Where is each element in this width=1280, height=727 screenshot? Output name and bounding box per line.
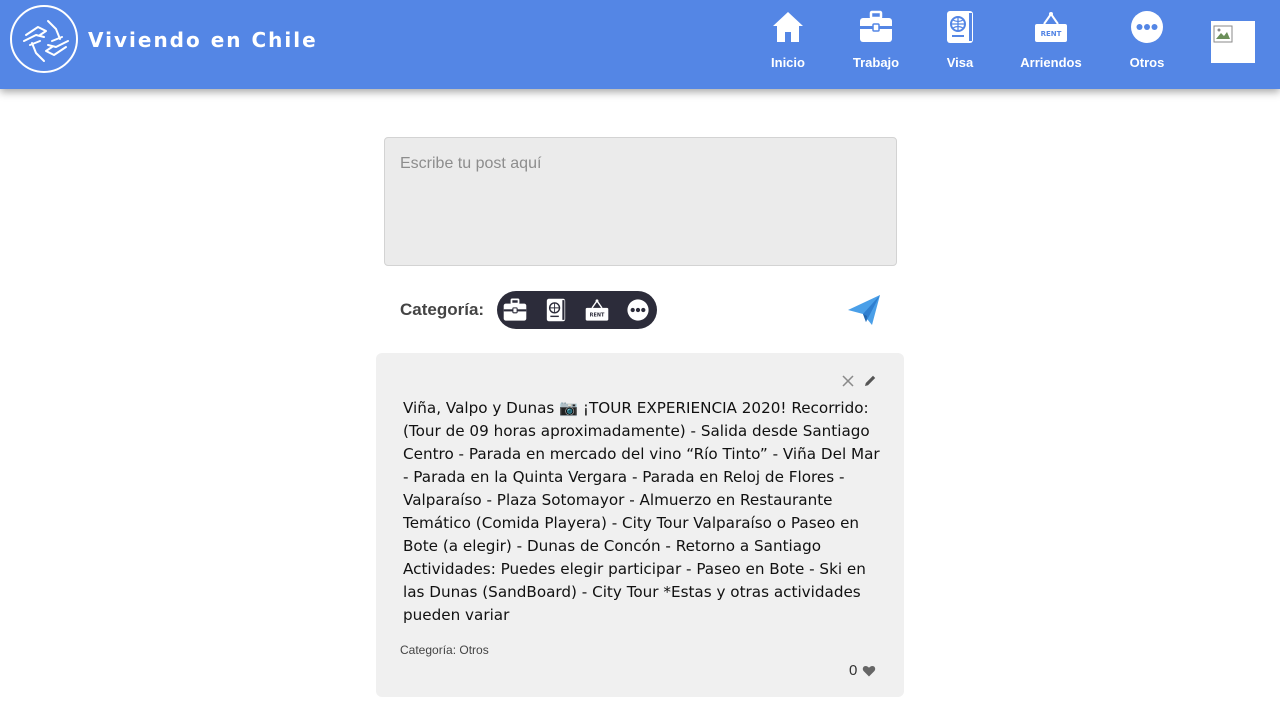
delete-post-button[interactable] <box>840 373 856 389</box>
edit-post-button[interactable] <box>862 373 878 389</box>
broken-image-icon <box>1213 25 1233 43</box>
profile-avatar[interactable] <box>1211 21 1255 63</box>
nav-label: Visa <box>946 55 974 70</box>
briefcase-icon <box>831 10 921 48</box>
heart-icon <box>862 666 876 677</box>
post-input[interactable] <box>384 137 897 266</box>
category-otros-button[interactable] <box>626 298 650 322</box>
category-trabajo-button[interactable] <box>503 298 527 322</box>
category-visa-button[interactable] <box>544 298 568 322</box>
brand-logo[interactable] <box>10 5 78 73</box>
paper-plane-icon <box>848 295 880 325</box>
category-selector: RENT <box>497 291 657 329</box>
briefcase-icon <box>503 298 527 321</box>
like-count: 0 <box>849 662 858 679</box>
nav-item-trabajo[interactable]: Trabajo <box>831 10 921 70</box>
like-button[interactable] <box>862 664 876 678</box>
rent-sign-icon: RENT <box>1006 10 1096 48</box>
close-icon <box>842 375 854 387</box>
brand-title[interactable]: Viviendo en Chile <box>88 28 318 52</box>
hands-logo-icon <box>23 20 69 62</box>
post-category: Categoría: Otros <box>400 643 489 657</box>
passport-icon <box>915 10 1005 48</box>
pencil-icon <box>865 375 876 386</box>
home-icon <box>743 10 833 48</box>
rent-sign-icon: RENT <box>585 299 609 321</box>
send-button[interactable] <box>846 292 882 328</box>
passport-icon <box>546 298 566 322</box>
more-icon <box>627 299 649 321</box>
rent-sign-text: RENT <box>1041 30 1062 38</box>
category-label: Categoría: <box>400 300 485 319</box>
nav-label: Otros <box>1129 55 1165 70</box>
more-icon <box>1102 10 1192 48</box>
nav-item-otros[interactable]: Otros <box>1102 10 1192 70</box>
nav-label: Inicio <box>771 55 805 70</box>
nav-item-inicio[interactable]: Inicio <box>743 10 833 70</box>
category-arriendos-button[interactable]: RENT <box>585 298 609 322</box>
top-navbar: Viviendo en Chile Inicio Trabajo Visa RE… <box>0 0 1280 89</box>
nav-label: Trabajo <box>852 55 900 70</box>
nav-label: Arriendos <box>1020 55 1082 70</box>
post-text: Viña, Valpo y Dunas 📷 ¡TOUR EXPERIENCIA … <box>403 399 880 624</box>
nav-item-visa[interactable]: Visa <box>915 10 1005 70</box>
nav-item-arriendos[interactable]: RENT Arriendos <box>1006 10 1096 70</box>
rent-sign-text: RENT <box>590 312 605 318</box>
